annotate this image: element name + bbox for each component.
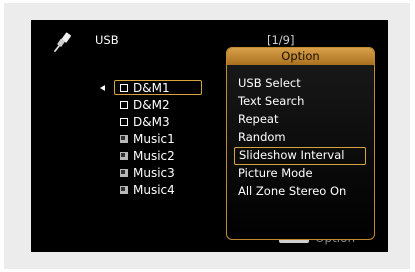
option-menu-title: Option: [227, 48, 374, 65]
list-item-label: D&M3: [133, 115, 170, 129]
list-item-label: Music1: [133, 132, 175, 146]
list-item-label: D&M1: [133, 81, 170, 95]
music-file-icon: [120, 152, 128, 160]
list-item-label: Music2: [133, 149, 175, 163]
music-file-icon: [120, 186, 128, 194]
usb-plug-icon: [54, 32, 71, 52]
music-file-icon: [120, 135, 128, 143]
list-item-label: Music3: [133, 166, 175, 180]
osd-screen: USB [1/9] D&M1 D&M2 D&M3 Music1 Music2 M…: [31, 20, 388, 252]
list-item-label: Music4: [133, 183, 175, 197]
menu-item-usb-select[interactable]: USB Select: [234, 75, 366, 93]
folder-icon: [120, 101, 128, 109]
screenshot-frame: USB [1/9] D&M1 D&M2 D&M3 Music1 Music2 M…: [4, 3, 410, 269]
menu-item-slideshow-interval[interactable]: Slideshow Interval: [234, 147, 366, 165]
music-file-icon: [120, 169, 128, 177]
menu-item-random[interactable]: Random: [234, 129, 366, 147]
cursor-arrow-icon: [100, 85, 105, 91]
folder-icon: [120, 84, 128, 92]
menu-item-picture-mode[interactable]: Picture Mode: [234, 165, 366, 183]
page-indicator: [1/9]: [267, 33, 295, 47]
option-menu-list: USB Select Text Search Repeat Random Sli…: [227, 75, 374, 201]
menu-item-repeat[interactable]: Repeat: [234, 111, 366, 129]
source-name: USB: [95, 33, 119, 47]
folder-icon: [120, 118, 128, 126]
menu-item-all-zone-stereo-on[interactable]: All Zone Stereo On: [234, 183, 366, 201]
menu-item-text-search[interactable]: Text Search: [234, 93, 366, 111]
list-item-label: D&M2: [133, 98, 170, 112]
option-menu: Option USB Select Text Search Repeat Ran…: [226, 47, 375, 240]
